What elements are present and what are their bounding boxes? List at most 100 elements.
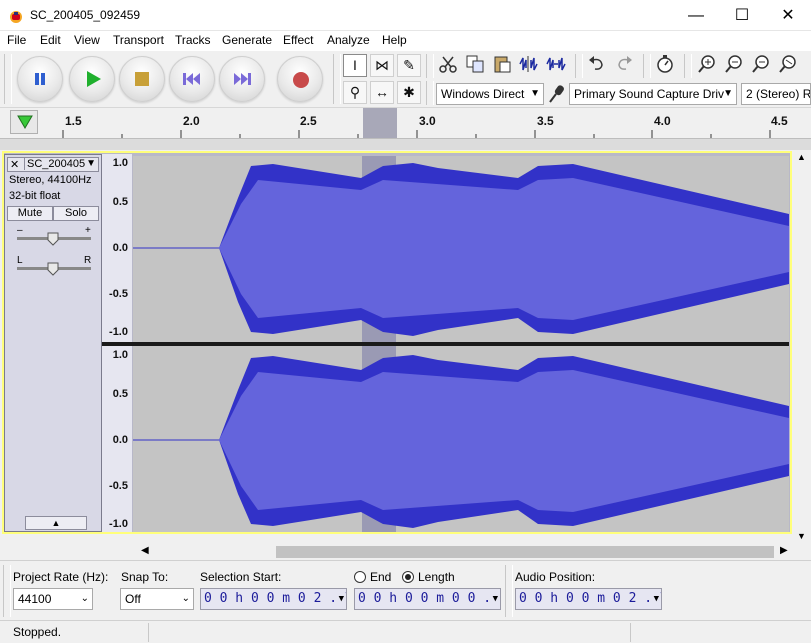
toolbar-grip[interactable] [4,54,12,104]
recording-channels-select[interactable]: 2 (Stereo) Re [741,83,811,105]
zoom-out-button[interactable] [722,54,746,78]
track-close-button[interactable]: ✕ [10,158,19,171]
cut-button[interactable] [436,54,460,78]
chevron-down-icon[interactable]: ▼ [654,589,659,609]
zoom-in-icon [698,55,715,73]
selection-length-field[interactable]: 0 0 h 0 0 m 0 0 . 1 4 9 s ▼ [354,588,501,610]
menu-generate[interactable]: Generate [222,33,272,47]
track-name: SC_200405 [27,158,86,170]
time-shift-tool-button[interactable]: ↔ [370,81,394,104]
recording-channels-value: 2 (Stereo) Re [746,87,811,101]
play-button[interactable] [69,56,115,102]
multi-tool-button[interactable]: ✱ [397,81,421,104]
scroll-up-icon[interactable]: ▲ [797,152,806,162]
track-info-rate: Stereo, 44100Hz [9,174,92,186]
scale-label: 1.0 [112,349,128,361]
toolbar-grip[interactable] [426,54,434,78]
audio-position-field[interactable]: 0 0 h 0 0 m 0 2 . 7 3 4 s ▼ [515,588,662,610]
record-button[interactable] [277,56,323,102]
gain-slider-thumb[interactable] [47,232,59,246]
recording-device-select[interactable]: Primary Sound Capture Driv ▼ [569,83,737,105]
fit-selection-button[interactable] [749,54,773,78]
mute-button[interactable]: Mute [7,206,53,221]
vertical-scrollbar[interactable]: ▲ ▼ [793,151,811,543]
multi-tool-icon: ✱ [403,84,415,100]
toolbar-grip[interactable] [3,565,11,617]
chevron-down-icon[interactable]: ▼ [493,589,498,609]
timer-record-button[interactable] [653,54,677,78]
fit-selection-icon [752,55,769,73]
zoom-tool-button[interactable]: ⚲ [343,81,367,104]
end-radio[interactable] [354,571,366,583]
window-title: SC_200405_092459 [30,8,141,22]
scroll-down-icon[interactable]: ▼ [797,531,806,541]
toolbar-grip[interactable] [684,54,692,78]
menu-transport[interactable]: Transport [113,33,164,47]
toolbar-grip[interactable] [505,565,513,617]
waveform-channel-left[interactable] [133,156,789,342]
horizontal-scroll-thumb[interactable] [276,546,774,558]
solo-button[interactable]: Solo [53,206,99,221]
vertical-scale-left[interactable]: 1.0 0.5 0.0 -0.5 -1.0 [102,154,132,342]
menu-edit[interactable]: Edit [40,33,61,47]
project-rate-select[interactable]: 44100 ⌄ [13,588,93,610]
trim-audio-button[interactable] [517,54,541,78]
copy-button[interactable] [463,54,487,78]
menu-help[interactable]: Help [382,33,407,47]
horizontal-scrollbar[interactable]: ◀ ▶ [0,543,811,560]
collapse-track-button[interactable]: ▲ [25,516,87,530]
skip-to-end-button[interactable] [219,56,265,102]
minimize-button[interactable]: — [673,0,719,31]
menu-file[interactable]: File [7,33,26,47]
record-icon [293,72,309,88]
selection-tool-button[interactable]: I [343,54,367,77]
length-radio[interactable] [402,571,414,583]
status-text: Stopped. [13,625,62,639]
silence-audio-button[interactable] [544,54,568,78]
menu-effect[interactable]: Effect [283,33,313,47]
stop-button[interactable] [119,56,165,102]
chevron-down-icon: ▼ [530,88,540,99]
skip-to-start-button[interactable] [169,56,215,102]
vertical-scale-right[interactable]: 1.0 0.5 0.0 -0.5 -1.0 [102,346,132,532]
toolbar-grip[interactable] [643,54,651,78]
menu-view[interactable]: View [74,33,100,47]
envelope-tool-button[interactable]: ⋈ [370,54,394,77]
pan-slider-thumb[interactable] [47,262,59,276]
menu-tracks[interactable]: Tracks [175,33,211,47]
ruler-tick-label: 3.0 [419,114,436,128]
undo-button[interactable] [585,54,609,78]
redo-button[interactable] [612,54,636,78]
menu-analyze[interactable]: Analyze [327,33,370,47]
toolbar-grip[interactable] [575,54,583,78]
toolbar-grip[interactable] [333,54,341,104]
selection-toolbar: Project Rate (Hz): 44100 ⌄ Snap To: Off … [0,560,811,620]
track-info-format: 32-bit float [9,190,61,202]
track-name-menu[interactable]: SC_200405 ▼ [24,158,100,170]
status-divider [630,623,631,642]
selection-start-field[interactable]: 0 0 h 0 0 m 0 2 . 7 3 4 s ▼ [200,588,347,610]
pencil-icon: ✎ [403,57,415,73]
scroll-right-icon[interactable]: ▶ [780,545,788,556]
pause-button[interactable] [17,56,63,102]
maximize-button[interactable]: ☐ [719,0,765,31]
fit-project-button[interactable] [776,54,800,78]
snap-to-select[interactable]: Off ⌄ [120,588,194,610]
toolbar-grip[interactable] [426,81,434,105]
gain-plus-label: + [85,225,91,236]
draw-tool-button[interactable]: ✎ [397,54,421,77]
stop-icon [135,72,149,86]
close-button[interactable]: ✕ [765,0,811,31]
audio-host-select[interactable]: Windows Direct ▼ [436,83,544,105]
chevron-down-icon[interactable]: ▼ [339,589,344,609]
ruler-ticks [62,130,771,138]
scroll-left-icon[interactable]: ◀ [141,545,149,556]
waveform-channel-right[interactable] [133,346,789,532]
undo-icon [589,56,603,70]
status-divider [148,623,149,642]
paste-button[interactable] [490,54,514,78]
zoom-in-button[interactable] [695,54,719,78]
timeline-ruler[interactable]: 1.5 2.0 2.5 3.0 3.5 4.0 4.5 [0,108,811,150]
audio-position-label: Audio Position: [515,570,596,584]
time-shift-icon: ↔ [375,84,389,100]
